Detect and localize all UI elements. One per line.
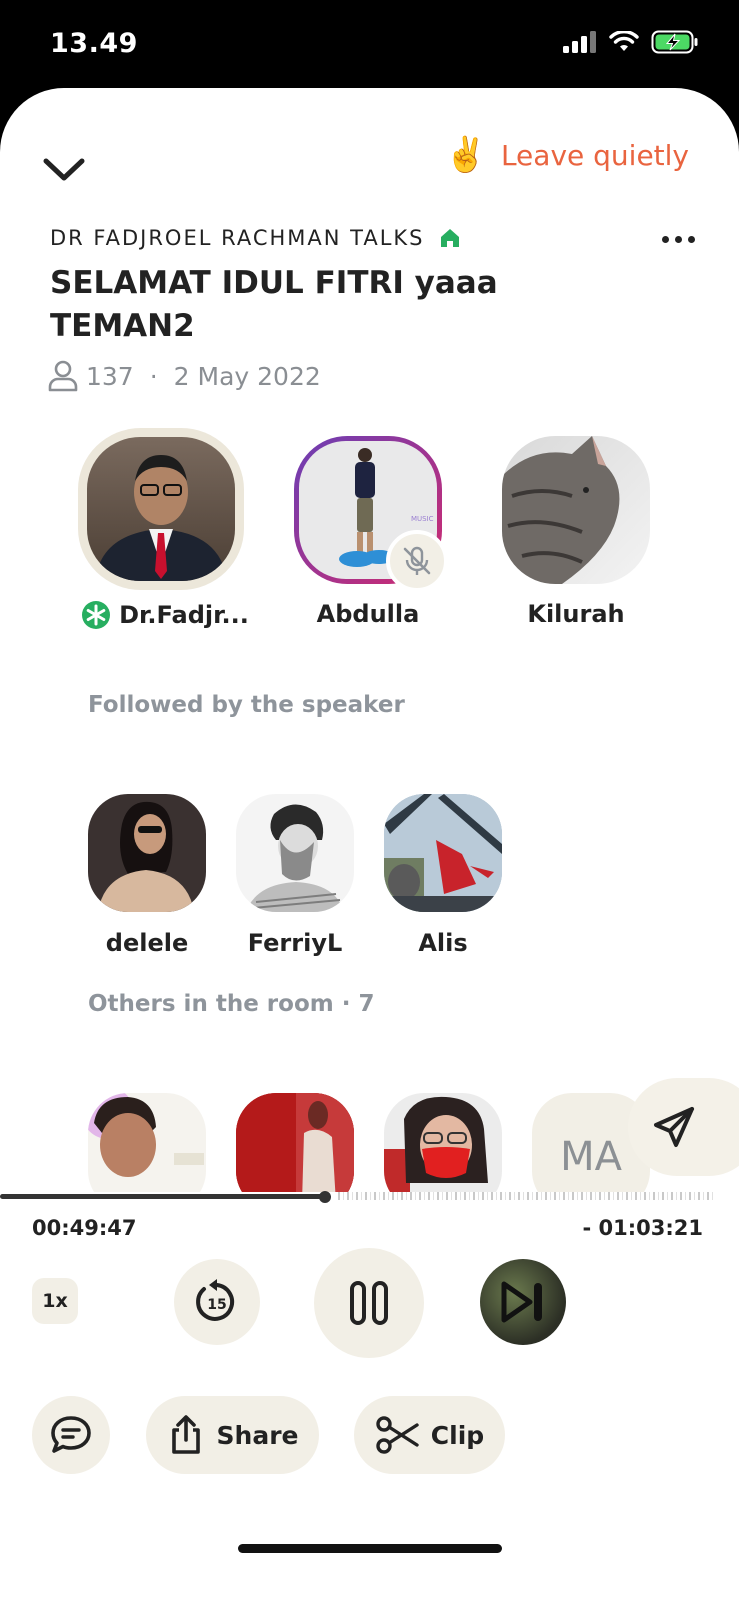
muted-badge	[386, 530, 448, 592]
peace-hand-icon: ✌️	[444, 135, 487, 175]
paper-plane-icon	[654, 1107, 694, 1147]
status-icons	[563, 30, 699, 54]
send-ping-button[interactable]	[628, 1078, 739, 1176]
mic-off-icon	[403, 546, 431, 575]
rewind-button[interactable]: 15	[174, 1259, 260, 1345]
club-name: DR FADJROEL RACHMAN TALKS	[50, 226, 425, 250]
waveform	[338, 1192, 713, 1200]
progress-knob[interactable]	[319, 1191, 331, 1203]
speaker-avatar-1[interactable]	[78, 428, 244, 590]
clip-label: Clip	[430, 1420, 485, 1450]
speaker-name-2: Abdulla	[316, 600, 420, 628]
speaker-photo-1	[87, 437, 235, 581]
svg-text:MUSIC: MUSIC	[411, 515, 434, 523]
listener-count: 137	[86, 361, 134, 391]
speaker-name-1-text: Dr.Fadjr...	[119, 601, 249, 629]
speaker-name-1: Dr.Fadjr...	[70, 600, 260, 630]
followed-avatar-1[interactable]	[88, 794, 206, 912]
chevron-down-icon	[43, 158, 85, 181]
more-dots-icon	[662, 236, 669, 243]
wifi-icon	[609, 31, 639, 51]
club-row[interactable]: DR FADJROEL RACHMAN TALKS	[50, 226, 461, 250]
pause-button[interactable]	[314, 1248, 424, 1358]
speaker-avatar-2[interactable]: MUSIC	[294, 436, 448, 592]
rewind-15-icon: 15	[196, 1279, 235, 1321]
other-avatar-2[interactable]	[236, 1093, 354, 1192]
share-icon	[171, 1415, 200, 1454]
followed-name-3: Alis	[418, 929, 468, 957]
followed-avatar-2[interactable]	[236, 794, 354, 912]
room-date: 2 May 2022	[173, 361, 321, 391]
others-row: MA	[0, 1088, 739, 1192]
followed-avatar-3[interactable]	[384, 794, 502, 912]
more-options-button[interactable]	[662, 228, 695, 251]
room-title: SELAMAT IDUL FITRI yaaa TEMAN2	[50, 265, 498, 344]
pause-icon	[350, 1281, 388, 1325]
other-avatar-4-initials: MA	[560, 1134, 622, 1180]
chat-bubble-icon	[51, 1416, 91, 1453]
time-remaining: - 01:03:21	[582, 1216, 704, 1240]
playback-speed-button[interactable]: 1x	[32, 1278, 78, 1324]
share-label: Share	[216, 1420, 299, 1450]
chat-button[interactable]	[32, 1396, 110, 1474]
room-meta: 137 · 2 May 2022	[48, 360, 321, 392]
meta-separator: ·	[149, 361, 158, 391]
followed-section-label: Followed by the speaker	[88, 692, 405, 718]
skip-next-icon	[501, 1281, 542, 1323]
battery-charging-icon	[651, 30, 698, 54]
skip-seconds: 15	[207, 1297, 226, 1313]
playback-progress[interactable]	[0, 1191, 739, 1203]
signal-icon	[563, 31, 596, 53]
collapse-button[interactable]	[38, 150, 90, 190]
speaker-avatar-3[interactable]	[502, 436, 650, 584]
others-section-label: Others in the room · 7	[88, 991, 375, 1017]
leave-quietly-label: Leave quietly	[500, 138, 689, 172]
followed-name-1: delele	[105, 929, 189, 957]
other-avatar-3[interactable]	[384, 1093, 502, 1192]
speaker-name-3: Kilurah	[527, 600, 625, 628]
time-elapsed: 00:49:47	[32, 1216, 137, 1240]
house-icon	[440, 229, 459, 247]
home-indicator	[238, 1544, 502, 1553]
next-room-button[interactable]	[480, 1259, 566, 1345]
room-sheet: ✌️ Leave quietly DR FADJROEL RACHMAN TAL…	[0, 88, 739, 1600]
moderator-badge-icon	[82, 601, 111, 629]
share-button[interactable]: Share	[146, 1396, 319, 1474]
person-icon	[48, 360, 78, 392]
other-avatar-1[interactable]	[88, 1093, 206, 1192]
progress-played	[0, 1194, 325, 1199]
status-bar: 13.49	[0, 0, 739, 88]
status-time: 13.49	[50, 28, 138, 59]
scissors-icon	[376, 1416, 419, 1454]
clip-button[interactable]: Clip	[354, 1396, 505, 1474]
followed-name-2: FerriyL	[247, 929, 343, 957]
leave-quietly-button[interactable]: ✌️ Leave quietly	[445, 138, 689, 172]
